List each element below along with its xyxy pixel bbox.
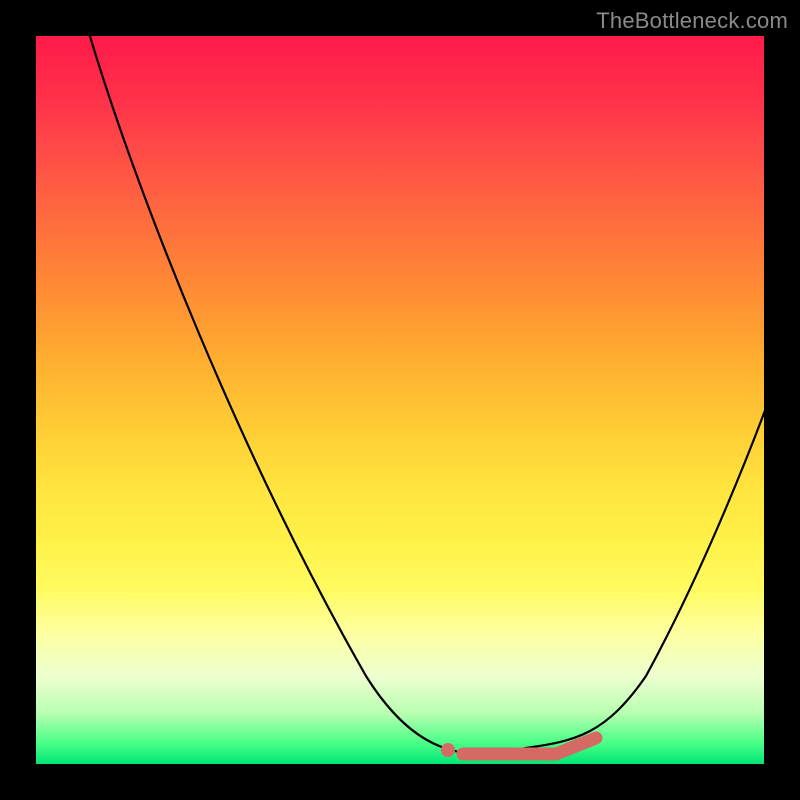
chart-frame xyxy=(36,36,764,764)
optimal-dot xyxy=(441,743,455,757)
curve-path xyxy=(84,36,764,754)
watermark-text: TheBottleneck.com xyxy=(596,8,788,34)
optimal-segment xyxy=(463,738,596,754)
bottleneck-curve xyxy=(36,36,764,764)
